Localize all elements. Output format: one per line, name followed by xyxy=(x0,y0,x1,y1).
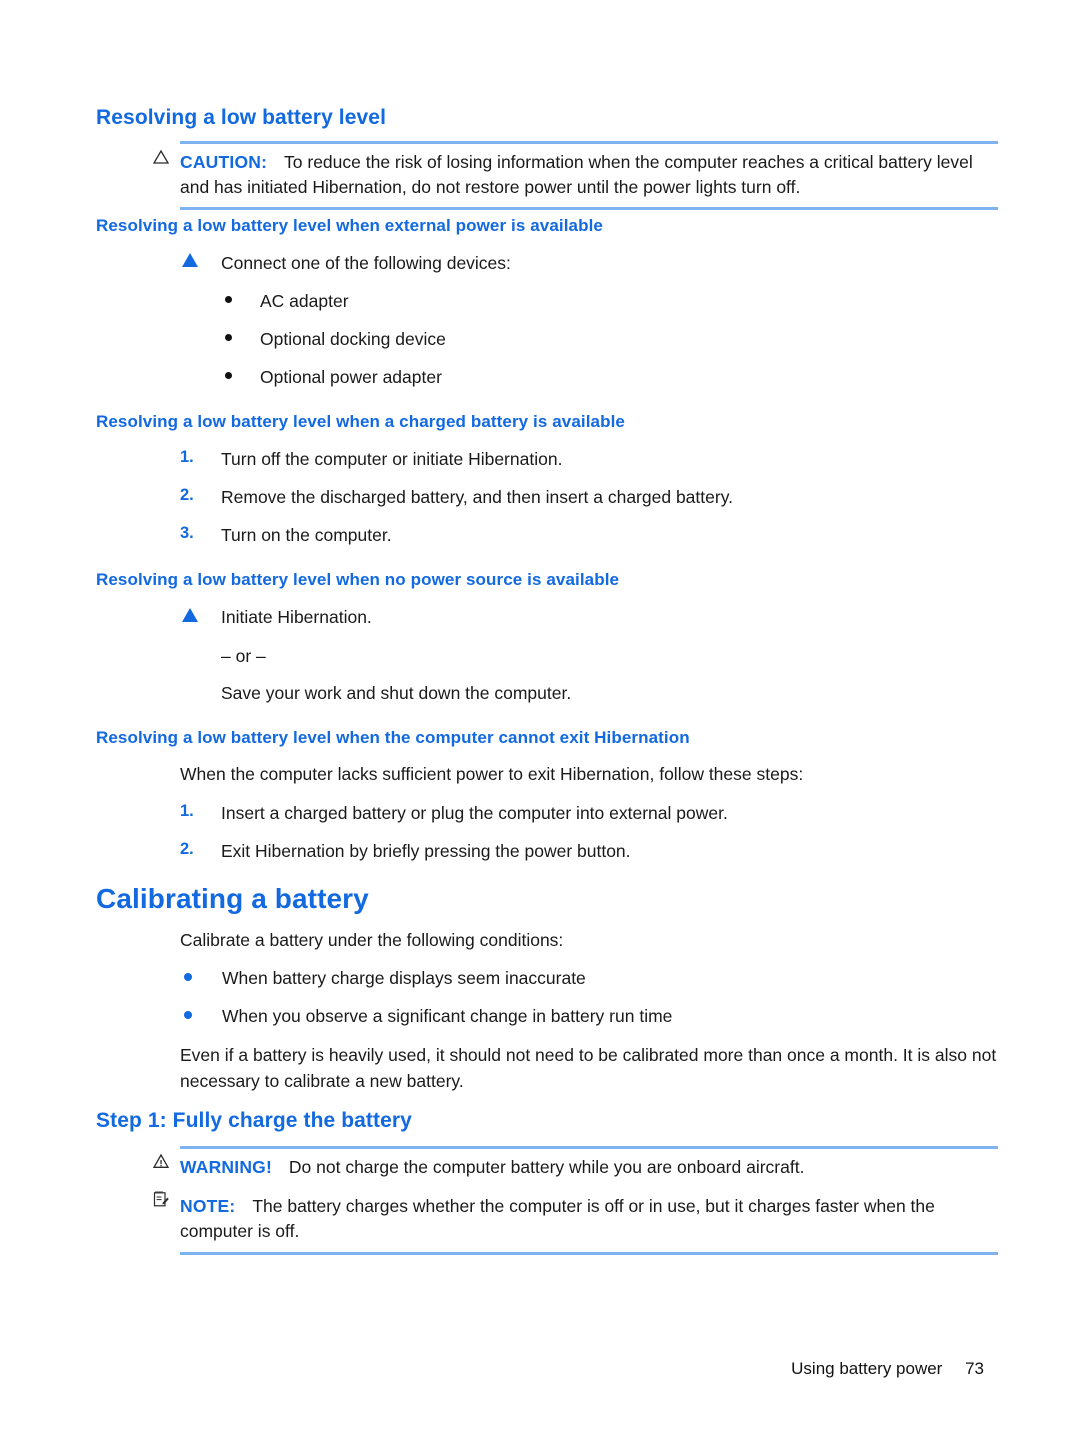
caution-admonition: CAUTION: To reduce the risk of losing in… xyxy=(152,141,998,210)
list-marker: 2. xyxy=(180,486,194,504)
note-label: NOTE: xyxy=(180,1196,236,1216)
list-item: Connect one of the following devices: xyxy=(221,253,511,273)
section-heading-calibrating: Calibrating a battery xyxy=(96,883,369,914)
page-title: Resolving a low battery level xyxy=(96,106,386,129)
triangle-bullet-icon xyxy=(182,608,198,622)
list-item: Remove the discharged battery, and then … xyxy=(221,487,734,507)
subheading-external-power: Resolving a low battery level when exter… xyxy=(96,216,603,235)
bullet-icon xyxy=(225,372,232,379)
list-item: Optional power adapter xyxy=(260,367,442,387)
list-item: Turn off the computer or initiate Hibern… xyxy=(221,449,563,469)
bullet-icon xyxy=(225,334,232,341)
list-marker: 1. xyxy=(180,448,194,466)
lead-text: Calibrate a battery under the following … xyxy=(180,930,564,950)
list-item: Initiate Hibernation. xyxy=(221,607,372,627)
calibration-paragraph: Even if a battery is heavily used, it sh… xyxy=(180,1045,997,1091)
warning-label: WARNING! xyxy=(180,1157,273,1177)
note-pad-icon xyxy=(151,1189,171,1209)
alternative-action: Save your work and shut down the compute… xyxy=(221,683,572,703)
subheading-charged-battery: Resolving a low battery level when a cha… xyxy=(96,412,625,431)
page-footer: Using battery power 73 xyxy=(791,1359,984,1379)
list-marker: 1. xyxy=(180,802,194,820)
subheading-cannot-exit-hibernation: Resolving a low battery level when the c… xyxy=(96,728,690,747)
list-item: AC adapter xyxy=(260,291,349,311)
note-body: NOTE: The battery charges whether the co… xyxy=(153,1191,998,1244)
footer-page-number: 73 xyxy=(965,1359,984,1378)
caution-triangle-icon xyxy=(151,147,171,167)
list-marker: 3. xyxy=(180,524,194,542)
caution-text: To reduce the risk of losing information… xyxy=(180,152,973,197)
warning-triangle-icon xyxy=(151,1151,171,1171)
list-item: Optional docking device xyxy=(260,329,446,349)
note-text: The battery charges whether the computer… xyxy=(180,1196,935,1241)
list-item: Turn on the computer. xyxy=(221,525,392,545)
caution-body: CAUTION: To reduce the risk of losing in… xyxy=(180,150,998,200)
caution-label: CAUTION: xyxy=(180,152,268,172)
list-item: When you observe a significant change in… xyxy=(222,1006,673,1026)
list-item: Exit Hibernation by briefly pressing the… xyxy=(221,841,631,861)
bullet-icon xyxy=(184,1011,192,1019)
triangle-bullet-icon xyxy=(182,253,198,267)
bullet-icon xyxy=(184,973,192,981)
warning-text: Do not charge the computer battery while… xyxy=(288,1157,805,1177)
list-marker: 2. xyxy=(180,840,194,858)
warning-note-admonition: WARNING! Do not charge the computer batt… xyxy=(152,1146,998,1255)
list-item: When battery charge displays seem inaccu… xyxy=(222,968,586,988)
bullet-icon xyxy=(225,296,232,303)
or-separator: – or – xyxy=(221,646,266,666)
list-item: Insert a charged battery or plug the com… xyxy=(221,803,728,823)
document-page: Resolving a low battery level CAUTION: T… xyxy=(0,0,1080,1437)
footer-title: Using battery power xyxy=(791,1359,943,1378)
lead-text: When the computer lacks sufficient power… xyxy=(180,764,804,784)
warning-body: WARNING! Do not charge the computer batt… xyxy=(152,1153,998,1180)
step-1-heading: Step 1: Fully charge the battery xyxy=(96,1109,412,1132)
subheading-no-power-source: Resolving a low battery level when no po… xyxy=(96,570,620,589)
